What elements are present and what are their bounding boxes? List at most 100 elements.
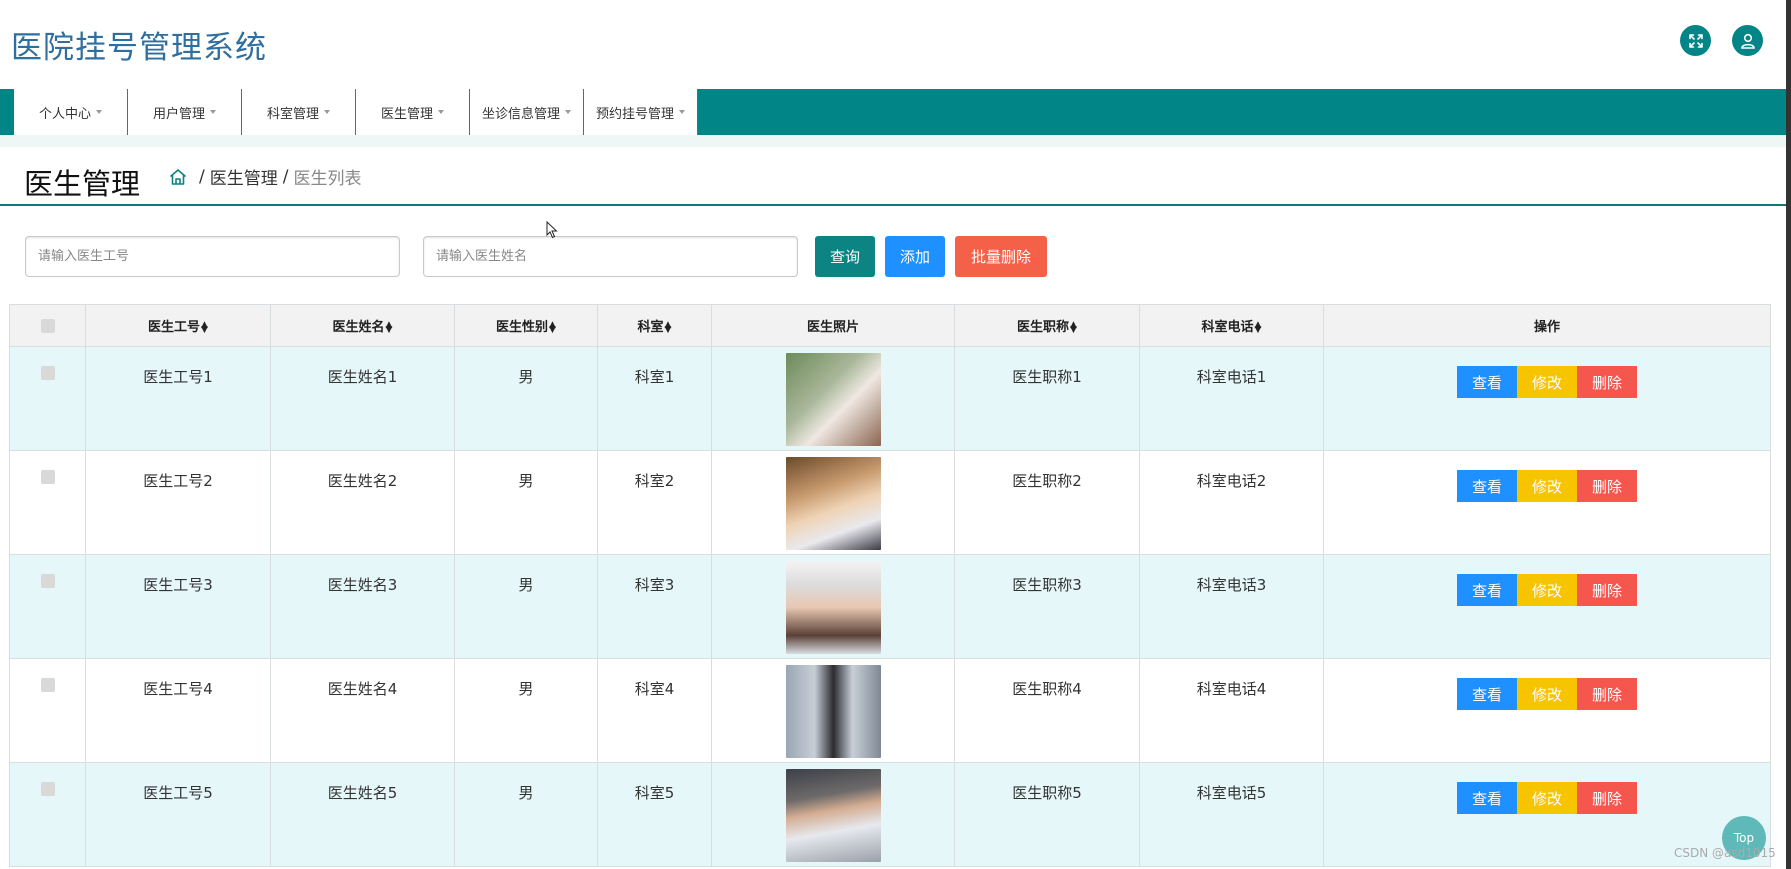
doctor-id-cell: 医生工号1 xyxy=(85,346,271,451)
column-header-doctor-title[interactable]: 医生职称▲ ▼ xyxy=(954,304,1140,347)
batch-delete-button[interactable]: 批量删除 xyxy=(955,236,1047,277)
column-header-department[interactable]: 科室▲ ▼ xyxy=(597,304,712,347)
doctor-table: 医生工号▲ ▼ 医生姓名▲ ▼ 医生性别▲ ▼ 科室▲ ▼ 医生照片 医生职称▲ ▼ 科室… xyxy=(9,304,1771,867)
sort-icon[interactable]: ▲ ▼ xyxy=(1070,320,1077,334)
row-checkbox[interactable] xyxy=(40,470,55,484)
row-checkbox[interactable] xyxy=(40,782,55,796)
header-label: 操作 xyxy=(1533,320,1560,335)
mouse-cursor-icon xyxy=(546,221,558,239)
nav-item-label: 科室管理 xyxy=(266,106,319,122)
fullscreen-icon[interactable] xyxy=(1680,25,1711,56)
breadcrumb-section[interactable]: 医生管理 xyxy=(210,164,278,189)
nav-item-personal-center[interactable]: 个人中心 xyxy=(14,89,128,135)
department-phone-cell: 科室电话5 xyxy=(1139,762,1324,867)
caret-down-icon xyxy=(438,110,444,114)
doctor-name-cell: 医生姓名3 xyxy=(270,554,455,659)
user-icon[interactable] xyxy=(1732,25,1763,56)
app-header: 医院挂号管理系统 xyxy=(0,0,1786,89)
doctor-id-search-input[interactable] xyxy=(25,236,400,277)
caret-down-icon xyxy=(210,110,216,114)
header-label: 医生姓名 xyxy=(332,320,385,335)
nav-item-user-management[interactable]: 用户管理 xyxy=(128,89,242,135)
column-header-doctor-id[interactable]: 医生工号▲ ▼ xyxy=(85,304,271,347)
top-nav: 个人中心 用户管理 科室管理 医生管理 坐诊信息管理 预约挂号管理 xyxy=(0,89,1786,135)
app-title: 医院挂号管理系统 xyxy=(11,30,267,66)
nav-item-doctor-management[interactable]: 医生管理 xyxy=(356,89,470,135)
doctor-name-search-input[interactable] xyxy=(423,236,798,277)
nav-item-department-management[interactable]: 科室管理 xyxy=(242,89,356,135)
photo-cell xyxy=(711,346,955,451)
delete-button[interactable]: 删除 xyxy=(1577,470,1637,502)
doctor-title-cell: 医生职称2 xyxy=(954,450,1140,555)
nav-item-consultation-management[interactable]: 坐诊信息管理 xyxy=(470,89,584,135)
view-button[interactable]: 查看 xyxy=(1457,366,1517,398)
nav-divider xyxy=(0,135,1786,147)
sort-icon[interactable]: ▲ ▼ xyxy=(201,320,208,334)
header-label: 医生职称 xyxy=(1017,320,1070,335)
row-checkbox[interactable] xyxy=(40,678,55,692)
edit-button[interactable]: 修改 xyxy=(1517,678,1577,710)
doctor-id-cell: 医生工号2 xyxy=(85,450,271,555)
department-cell: 科室2 xyxy=(597,450,712,555)
doctor-title-cell: 医生职称3 xyxy=(954,554,1140,659)
edit-button[interactable]: 修改 xyxy=(1517,470,1577,502)
doctor-photo[interactable] xyxy=(785,457,881,550)
doctor-photo[interactable] xyxy=(785,353,881,446)
nav-list: 个人中心 用户管理 科室管理 医生管理 坐诊信息管理 预约挂号管理 xyxy=(14,89,698,135)
delete-button[interactable]: 删除 xyxy=(1577,678,1637,710)
table-row: 医生工号5 医生姓名5 男 科室5 医生职称5 科室电话5 查看 修改 删除 xyxy=(9,762,1771,867)
table-row: 医生工号1 医生姓名1 男 科室1 医生职称1 科室电话1 查看 修改 删除 xyxy=(9,346,1771,451)
nav-item-appointment-management[interactable]: 预约挂号管理 xyxy=(584,89,698,135)
doctor-id-cell: 医生工号5 xyxy=(85,762,271,867)
edit-button[interactable]: 修改 xyxy=(1517,782,1577,814)
actions-cell: 查看 修改 删除 xyxy=(1323,554,1771,659)
column-header-doctor-name[interactable]: 医生姓名▲ ▼ xyxy=(270,304,455,347)
column-header-photo: 医生照片 xyxy=(711,304,955,347)
home-icon[interactable] xyxy=(168,167,188,187)
edit-button[interactable]: 修改 xyxy=(1517,366,1577,398)
table-row: 医生工号4 医生姓名4 男 科室4 医生职称4 科室电话4 查看 修改 删除 xyxy=(9,658,1771,763)
view-button[interactable]: 查看 xyxy=(1457,470,1517,502)
department-phone-cell: 科室电话3 xyxy=(1139,554,1324,659)
sort-icon[interactable]: ▲ ▼ xyxy=(665,320,672,334)
actions-cell: 查看 修改 删除 xyxy=(1323,346,1771,451)
caret-down-icon xyxy=(96,110,102,114)
table-header-row: 医生工号▲ ▼ 医生姓名▲ ▼ 医生性别▲ ▼ 科室▲ ▼ 医生照片 医生职称▲ ▼ 科室… xyxy=(9,304,1771,347)
sort-icon[interactable]: ▲ ▼ xyxy=(386,320,393,334)
view-button[interactable]: 查看 xyxy=(1457,678,1517,710)
column-header-gender[interactable]: 医生性别▲ ▼ xyxy=(454,304,598,347)
select-all-checkbox[interactable] xyxy=(40,318,55,333)
column-header-department-phone[interactable]: 科室电话▲ ▼ xyxy=(1139,304,1324,347)
doctor-name-cell: 医生姓名5 xyxy=(270,762,455,867)
doctor-id-cell: 医生工号4 xyxy=(85,658,271,763)
actions-cell: 查看 修改 删除 xyxy=(1323,450,1771,555)
window-edge xyxy=(1786,0,1791,869)
search-bar: 查询 添加 批量删除 xyxy=(0,236,1786,278)
row-select-cell xyxy=(9,346,86,451)
row-checkbox[interactable] xyxy=(40,366,55,380)
table-row: 医生工号2 医生姓名2 男 科室2 医生职称2 科室电话2 查看 修改 删除 xyxy=(9,450,1771,555)
gender-cell: 男 xyxy=(454,450,598,555)
doctor-photo[interactable] xyxy=(785,769,881,862)
sort-icon[interactable]: ▲ ▼ xyxy=(1255,320,1262,334)
view-button[interactable]: 查看 xyxy=(1457,782,1517,814)
add-button[interactable]: 添加 xyxy=(885,236,945,277)
sort-icon[interactable]: ▲ ▼ xyxy=(549,320,556,334)
gender-cell: 男 xyxy=(454,762,598,867)
doctor-name-cell: 医生姓名1 xyxy=(270,346,455,451)
query-button[interactable]: 查询 xyxy=(815,236,875,277)
delete-button[interactable]: 删除 xyxy=(1577,782,1637,814)
delete-button[interactable]: 删除 xyxy=(1577,574,1637,606)
row-checkbox[interactable] xyxy=(40,574,55,588)
gender-cell: 男 xyxy=(454,346,598,451)
edit-button[interactable]: 修改 xyxy=(1517,574,1577,606)
view-button[interactable]: 查看 xyxy=(1457,574,1517,606)
doctor-photo[interactable] xyxy=(785,665,881,758)
delete-button[interactable]: 删除 xyxy=(1577,366,1637,398)
doctor-photo[interactable] xyxy=(785,561,881,654)
department-cell: 科室3 xyxy=(597,554,712,659)
actions-cell: 查看 修改 删除 xyxy=(1323,658,1771,763)
watermark: CSDN @asd1015 xyxy=(1674,846,1776,860)
gender-cell: 男 xyxy=(454,554,598,659)
department-cell: 科室1 xyxy=(597,346,712,451)
